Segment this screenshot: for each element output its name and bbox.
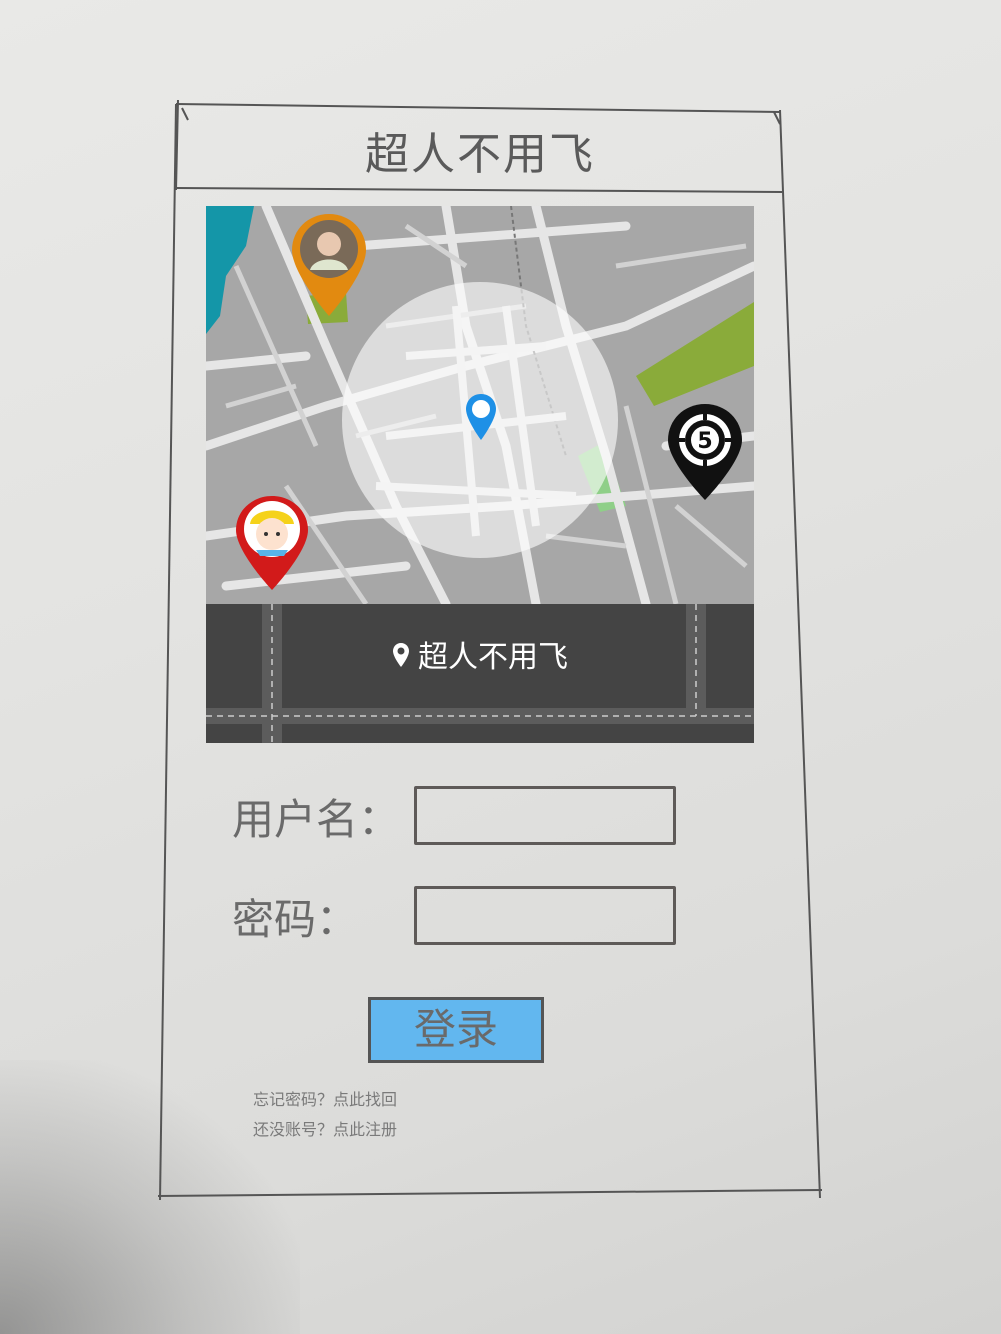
location-pin-icon	[392, 641, 410, 676]
app-title: 超人不用飞	[365, 129, 595, 180]
location-label: 超人不用飞	[206, 632, 754, 676]
location-bar[interactable]: 超人不用飞	[206, 604, 754, 743]
forgot-password-link[interactable]: 忘记密码？点此找回	[253, 1086, 397, 1110]
friend-avatar-pin-icon[interactable]	[234, 494, 310, 592]
login-button[interactable]: 登录	[368, 997, 544, 1063]
user-avatar-pin-icon[interactable]	[290, 212, 368, 318]
current-location-pin-icon[interactable]	[464, 392, 498, 444]
location-text: 超人不用飞	[418, 640, 568, 675]
username-label: 用户名：	[232, 795, 401, 844]
map-view[interactable]: 5	[206, 206, 754, 604]
numbered-marker-pin-icon[interactable]: 5	[666, 402, 744, 502]
username-input[interactable]	[414, 786, 676, 845]
password-input[interactable]	[414, 886, 676, 945]
marker-number: 5	[697, 429, 712, 454]
password-label: 密码：	[232, 895, 359, 944]
register-link[interactable]: 还没账号？点此注册	[253, 1116, 397, 1140]
